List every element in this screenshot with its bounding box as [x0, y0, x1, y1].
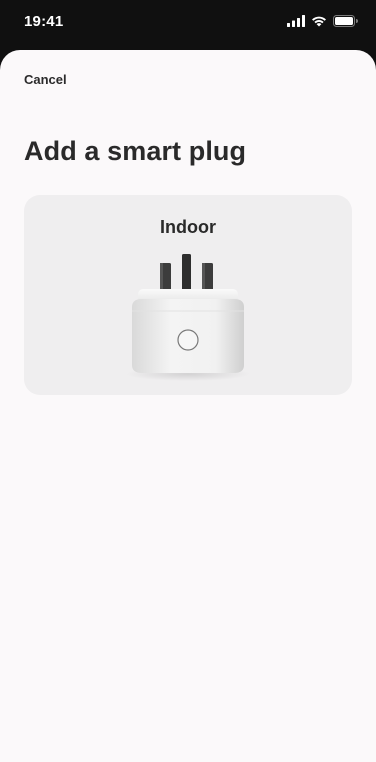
- status-bar: 19:41: [0, 0, 376, 44]
- wifi-icon: [311, 14, 327, 32]
- status-icons: [287, 14, 358, 32]
- signal-icon: [287, 14, 305, 32]
- battery-icon: [333, 14, 358, 32]
- page-title: Add a smart plug: [24, 136, 247, 166]
- status-time: 19:41: [24, 13, 64, 30]
- cancel-button[interactable]: Cancel: [24, 72, 67, 87]
- plug-option-label: Indoor: [160, 217, 216, 237]
- plug-option-card-indoor[interactable]: Indoor: [24, 195, 352, 395]
- smart-plug-image: [118, 251, 258, 386]
- modal-sheet: Cancel Add a smart plug Indoor: [0, 50, 376, 762]
